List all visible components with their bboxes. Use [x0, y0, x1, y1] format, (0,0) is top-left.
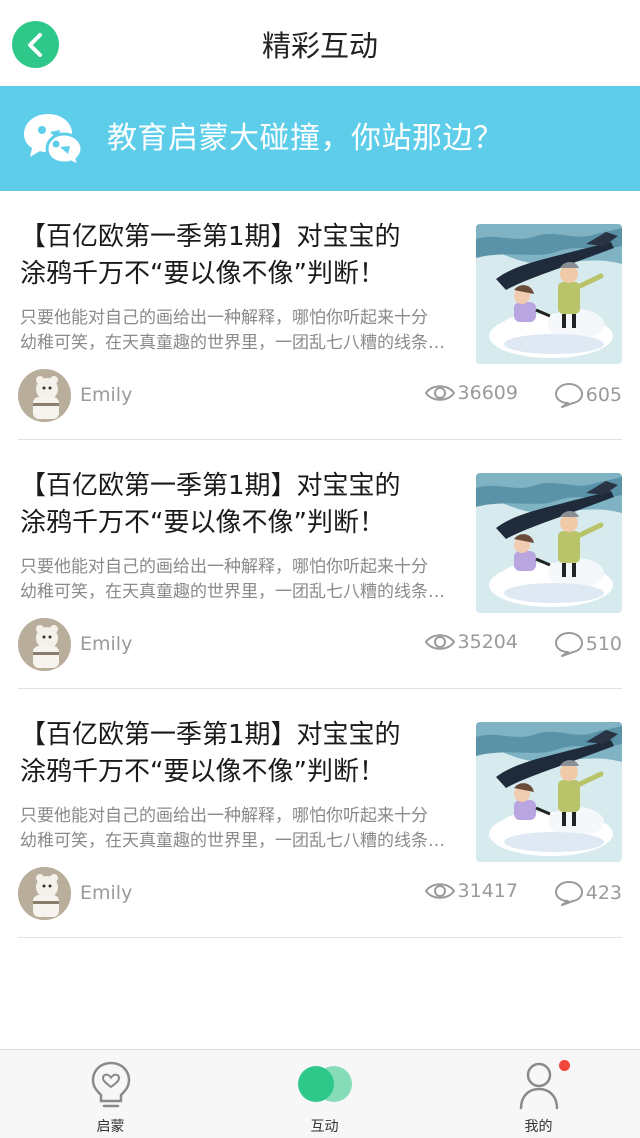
author-avatar[interactable] [18, 618, 71, 671]
post-title-line: 涂鸦千万不“要以像不像”判断！ [20, 259, 385, 289]
avatar-image [18, 618, 71, 671]
illustration-image [476, 224, 622, 364]
post-title[interactable]: 【百亿欧第一季第1期】对宝宝的 涂鸦千万不“要以像不像”判断！ [20, 717, 460, 791]
comment-count[interactable]: 510 [554, 631, 622, 657]
post-excerpt-line: 只要他能对自己的画给出一种解释，哪怕你听起来十分 [20, 557, 428, 577]
chat-bubbles-icon [24, 114, 84, 168]
banner-text: 教育启蒙大碰撞，你站那边？ [107, 121, 504, 156]
post-title-line: 【百亿欧第一季第1期】对宝宝的 [20, 222, 401, 252]
notification-badge [559, 1060, 570, 1071]
post-title[interactable]: 【百亿欧第一季第1期】对宝宝的 涂鸦千万不“要以像不像”判断！ [20, 219, 460, 293]
eye-icon [424, 385, 455, 401]
illustration-image [476, 722, 622, 862]
author-avatar[interactable] [18, 369, 71, 422]
bottom-tab-bar: 启蒙 互动 我的 [0, 1049, 640, 1138]
comment-count-value: 510 [585, 633, 622, 655]
tab-interaction[interactable]: 互动 [218, 1050, 431, 1138]
post-excerpt: 只要他能对自己的画给出一种解释，哪怕你听起来十分 幼稚可笑，在天真童趣的世界里，… [20, 555, 472, 605]
post-thumbnail[interactable] [476, 224, 622, 364]
topic-banner[interactable]: 教育启蒙大碰撞，你站那边？ [0, 86, 640, 191]
post-card[interactable]: 【百亿欧第一季第1期】对宝宝的 涂鸦千万不“要以像不像”判断！ 只要他能对自己的… [0, 440, 640, 689]
view-count-value: 31417 [457, 880, 518, 902]
author-name[interactable]: Emily [80, 633, 132, 655]
post-excerpt-line: 只要他能对自己的画给出一种解释，哪怕你听起来十分 [20, 308, 428, 328]
avatar-image [18, 369, 71, 422]
post-excerpt: 只要他能对自己的画给出一种解释，哪怕你听起来十分 幼稚可笑，在天真童趣的世界里，… [20, 804, 472, 854]
eye-icon [424, 883, 455, 899]
author-avatar[interactable] [18, 867, 71, 920]
lightbulb-heart-icon [91, 1061, 130, 1108]
view-count: 35204 [424, 631, 518, 653]
user-icon [519, 1062, 558, 1110]
post-card[interactable]: 【百亿欧第一季第1期】对宝宝的 涂鸦千万不“要以像不像”判断！ 只要他能对自己的… [0, 689, 640, 938]
view-count-value: 36609 [457, 382, 518, 404]
view-count-value: 35204 [457, 631, 518, 653]
tab-enlightenment[interactable]: 启蒙 [4, 1050, 217, 1138]
divider [18, 937, 622, 938]
tab-label: 互动 [310, 1119, 339, 1135]
tab-label: 启蒙 [96, 1119, 125, 1135]
post-excerpt-line: 幼稚可笑，在天真童趣的世界里，一团乱七八糟的线条… [20, 333, 445, 353]
post-excerpt-line: 幼稚可笑，在天真童趣的世界里，一团乱七八糟的线条… [20, 831, 445, 851]
comment-count[interactable]: 423 [554, 880, 622, 906]
two-circles-icon [297, 1066, 352, 1102]
post-title-line: 【百亿欧第一季第1期】对宝宝的 [20, 471, 401, 501]
post-title[interactable]: 【百亿欧第一季第1期】对宝宝的 涂鸦千万不“要以像不像”判断！ [20, 468, 460, 542]
post-excerpt-line: 幼稚可笑，在天真童趣的世界里，一团乱七八糟的线条… [20, 582, 445, 602]
post-thumbnail[interactable] [476, 722, 622, 862]
post-title-line: 涂鸦千万不“要以像不像”判断！ [20, 508, 385, 538]
tab-mine[interactable]: 我的 [432, 1050, 640, 1138]
comment-icon [554, 383, 583, 408]
post-title-line: 涂鸦千万不“要以像不像”判断！ [20, 757, 385, 787]
comment-count[interactable]: 605 [554, 382, 622, 408]
avatar-image [18, 867, 71, 920]
comment-count-value: 605 [585, 384, 622, 406]
tab-label: 我的 [524, 1119, 553, 1135]
author-name[interactable]: Emily [80, 384, 132, 406]
post-excerpt: 只要他能对自己的画给出一种解释，哪怕你听起来十分 幼稚可笑，在天真童趣的世界里，… [20, 306, 472, 356]
page-title: 精彩互动 [261, 29, 378, 63]
top-bar: 精彩互动 [0, 0, 640, 86]
eye-icon [424, 634, 455, 650]
comment-count-value: 423 [585, 882, 622, 904]
post-excerpt-line: 只要他能对自己的画给出一种解释，哪怕你听起来十分 [20, 806, 428, 826]
post-card[interactable]: 【百亿欧第一季第1期】对宝宝的 涂鸦千万不“要以像不像”判断！ 只要他能对自己的… [0, 191, 640, 440]
post-thumbnail[interactable] [476, 473, 622, 613]
author-name[interactable]: Emily [80, 882, 132, 904]
post-title-line: 【百亿欧第一季第1期】对宝宝的 [20, 720, 401, 750]
view-count: 31417 [424, 880, 518, 902]
comment-icon [554, 881, 583, 906]
illustration-image [476, 473, 622, 613]
post-list: 【百亿欧第一季第1期】对宝宝的 涂鸦千万不“要以像不像”判断！ 只要他能对自己的… [0, 191, 640, 938]
view-count: 36609 [424, 382, 518, 404]
comment-icon [554, 632, 583, 657]
